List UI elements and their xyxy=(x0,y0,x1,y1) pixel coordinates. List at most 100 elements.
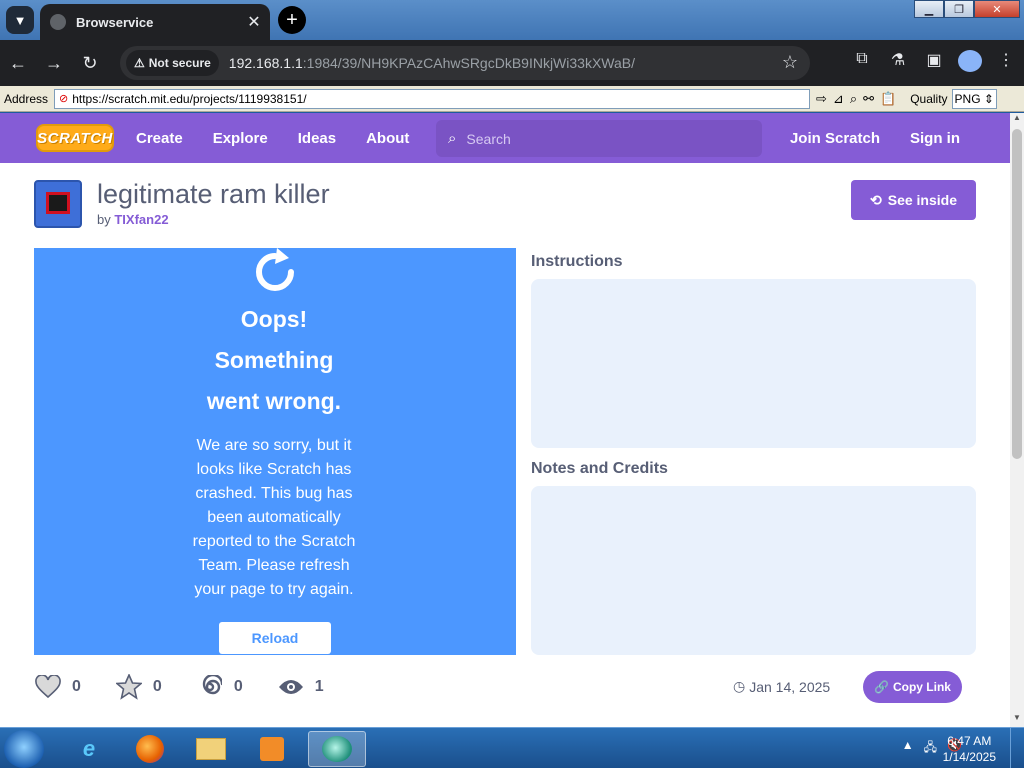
nav-about[interactable]: About xyxy=(366,130,409,147)
remix-stat: 0 xyxy=(196,673,243,701)
windows-taskbar: e ▲ 🖧 🔇 6:47 AM 1/14/2025 xyxy=(0,727,1024,768)
warning-icon: ⚠ xyxy=(134,56,145,70)
tab-title: Browservice xyxy=(76,14,154,30)
internet-explorer-icon[interactable]: e xyxy=(64,731,114,767)
new-tab-button[interactable]: + xyxy=(278,6,306,34)
oops-heading-1: Oops! xyxy=(240,306,308,332)
refresh-icon[interactable]: ↻ xyxy=(72,53,108,74)
restore-button[interactable]: ❐ xyxy=(944,0,974,18)
nav-create[interactable]: Create xyxy=(136,130,183,147)
author-link[interactable]: TIXfan22 xyxy=(114,212,168,227)
join-scratch-link[interactable]: Join Scratch xyxy=(790,130,880,147)
scroll-down-icon[interactable]: ▼ xyxy=(1010,713,1024,727)
clipboard-icon[interactable]: 📋 xyxy=(880,91,896,107)
back-arrow-icon[interactable]: ← xyxy=(0,53,36,74)
url-host: 192.168.1.1 xyxy=(228,55,303,71)
labs-flask-icon[interactable]: ⚗ xyxy=(886,50,910,77)
reload-button[interactable]: Reload xyxy=(219,622,331,654)
go-arrow-icon[interactable]: ⇨ xyxy=(816,91,827,107)
network-icon[interactable]: 🖧 xyxy=(924,738,937,759)
chevron-down-icon: ▼ xyxy=(13,12,27,28)
nav-ideas[interactable]: Ideas xyxy=(298,130,336,147)
browser-tab[interactable]: Browservice ✕ xyxy=(40,4,270,40)
favorite-count: 0 xyxy=(152,678,162,695)
project-thumbnail[interactable] xyxy=(34,180,82,228)
spinner-icon: ⇕ xyxy=(983,91,994,106)
love-count: 0 xyxy=(72,678,81,695)
address-row: Address ⊘ https://scratch.mit.edu/projec… xyxy=(0,86,1024,112)
file-explorer-icon[interactable] xyxy=(186,731,236,767)
bookmark-star-icon[interactable]: ☆ xyxy=(782,52,798,73)
search-input[interactable]: ⌕ Search xyxy=(436,120,762,157)
more-menu-icon[interactable]: ⋮ xyxy=(994,50,1018,77)
remix-arrows-icon: ⟲ xyxy=(870,191,882,208)
scratch-navbar: SCRATCH Create Explore Ideas About ⌕ Sea… xyxy=(0,113,1010,163)
link-icon: 🔗 xyxy=(874,680,889,694)
project-byline: by TIXfan22 xyxy=(97,212,169,227)
clock-date: 1/14/2025 xyxy=(942,750,996,764)
url-path: :1984/39/NH9KPAzCAhwSRgcDkB9INkjWi33kXWa… xyxy=(302,55,635,71)
browser-taskbar-icon[interactable] xyxy=(308,731,366,767)
see-inside-label: See inside xyxy=(887,192,957,208)
nav-account: Join Scratch Sign in xyxy=(790,113,960,163)
address-url: https://scratch.mit.edu/projects/1119938… xyxy=(72,91,307,106)
side-panel-icon[interactable]: ▣ xyxy=(922,50,946,77)
favorite-stat[interactable]: 0 xyxy=(115,673,162,701)
crash-message: We are so sorry, but it looks like Scrat… xyxy=(192,437,356,598)
scratch-logo[interactable]: SCRATCH xyxy=(36,124,114,152)
project-stats: 0 0 0 1 xyxy=(34,673,358,701)
notes-box xyxy=(531,486,976,655)
forward-arrow-icon[interactable]: → xyxy=(36,53,72,74)
address-label: Address xyxy=(4,91,49,106)
omnibox[interactable]: ⚠ Not secure 192.168.1.1:1984/39/NH9KPAz… xyxy=(120,46,810,80)
search-icon: ⌕ xyxy=(448,130,457,147)
show-desktop-button[interactable] xyxy=(1010,728,1024,768)
format-select[interactable]: PNG ⇕ xyxy=(951,88,997,109)
media-player-icon[interactable] xyxy=(247,731,297,767)
bookmark-icon[interactable]: ⊿ xyxy=(833,91,844,107)
oops-heading-2: Something xyxy=(214,347,334,373)
browser-titlebar: ▼ Browservice ✕ + ▁ ❐ ✕ xyxy=(0,0,1024,40)
address-input[interactable]: ⊘ https://scratch.mit.edu/projects/11199… xyxy=(54,88,810,109)
project-title: legitimate ram killer xyxy=(97,179,330,209)
omnibox-url[interactable]: 192.168.1.1:1984/39/NH9KPAzCAhwSRgcDkB9I… xyxy=(229,55,635,71)
page-scrollbar[interactable]: ▲ ▼ xyxy=(1010,113,1024,727)
love-stat[interactable]: 0 xyxy=(34,673,81,701)
binoculars-icon[interactable]: ⚯ xyxy=(863,91,874,107)
tray-expand-icon[interactable]: ▲ xyxy=(902,738,914,759)
find-icon[interactable]: ⌕ xyxy=(850,91,857,107)
insecure-icon: ⊘ xyxy=(59,93,69,105)
start-button[interactable] xyxy=(4,730,44,768)
clock-icon: ◷ xyxy=(733,678,746,694)
tab-close-button[interactable]: ✕ xyxy=(244,12,264,32)
instructions-box xyxy=(531,279,976,448)
scroll-thumb[interactable] xyxy=(1012,129,1022,459)
project-stage: Oops! Something went wrong. We are so so… xyxy=(34,248,516,655)
security-chip[interactable]: ⚠ Not secure xyxy=(126,50,219,76)
clock-time: 6:47 AM xyxy=(947,734,992,748)
instructions-title: Instructions xyxy=(531,253,623,270)
window-close-button[interactable]: ✕ xyxy=(974,0,1020,18)
eye-icon xyxy=(277,673,305,701)
address-tools: ⇨ ⊿ ⌕ ⚯ 📋 xyxy=(816,91,896,107)
search-placeholder: Search xyxy=(466,130,511,147)
taskbar-clock[interactable]: 6:47 AM 1/14/2025 xyxy=(943,733,996,765)
reload-icon xyxy=(256,248,294,291)
see-inside-button[interactable]: ⟲ See inside xyxy=(851,180,976,220)
copy-link-button[interactable]: 🔗 Copy Link xyxy=(863,671,962,703)
oops-heading-3: went wrong. xyxy=(206,388,342,414)
remix-count: 0 xyxy=(233,678,243,695)
scroll-up-icon[interactable]: ▲ xyxy=(1010,113,1024,127)
view-stat: 1 xyxy=(277,673,324,701)
profile-avatar-icon[interactable] xyxy=(958,50,982,77)
sign-in-link[interactable]: Sign in xyxy=(910,130,960,147)
tab-search-button[interactable]: ▼ xyxy=(6,6,34,34)
minimize-button[interactable]: ▁ xyxy=(914,0,944,18)
copy-link-label: Copy Link xyxy=(892,680,951,694)
globe-icon xyxy=(50,14,66,30)
firefox-icon[interactable] xyxy=(125,731,175,767)
browser-toolbar: ← → ↻ ⚠ Not secure 192.168.1.1:1984/39/N… xyxy=(0,40,1024,86)
nav-explore[interactable]: Explore xyxy=(213,130,268,147)
extensions-icon[interactable]: ⧉ xyxy=(850,50,874,77)
share-date: ◷ Jan 14, 2025 xyxy=(733,678,830,695)
